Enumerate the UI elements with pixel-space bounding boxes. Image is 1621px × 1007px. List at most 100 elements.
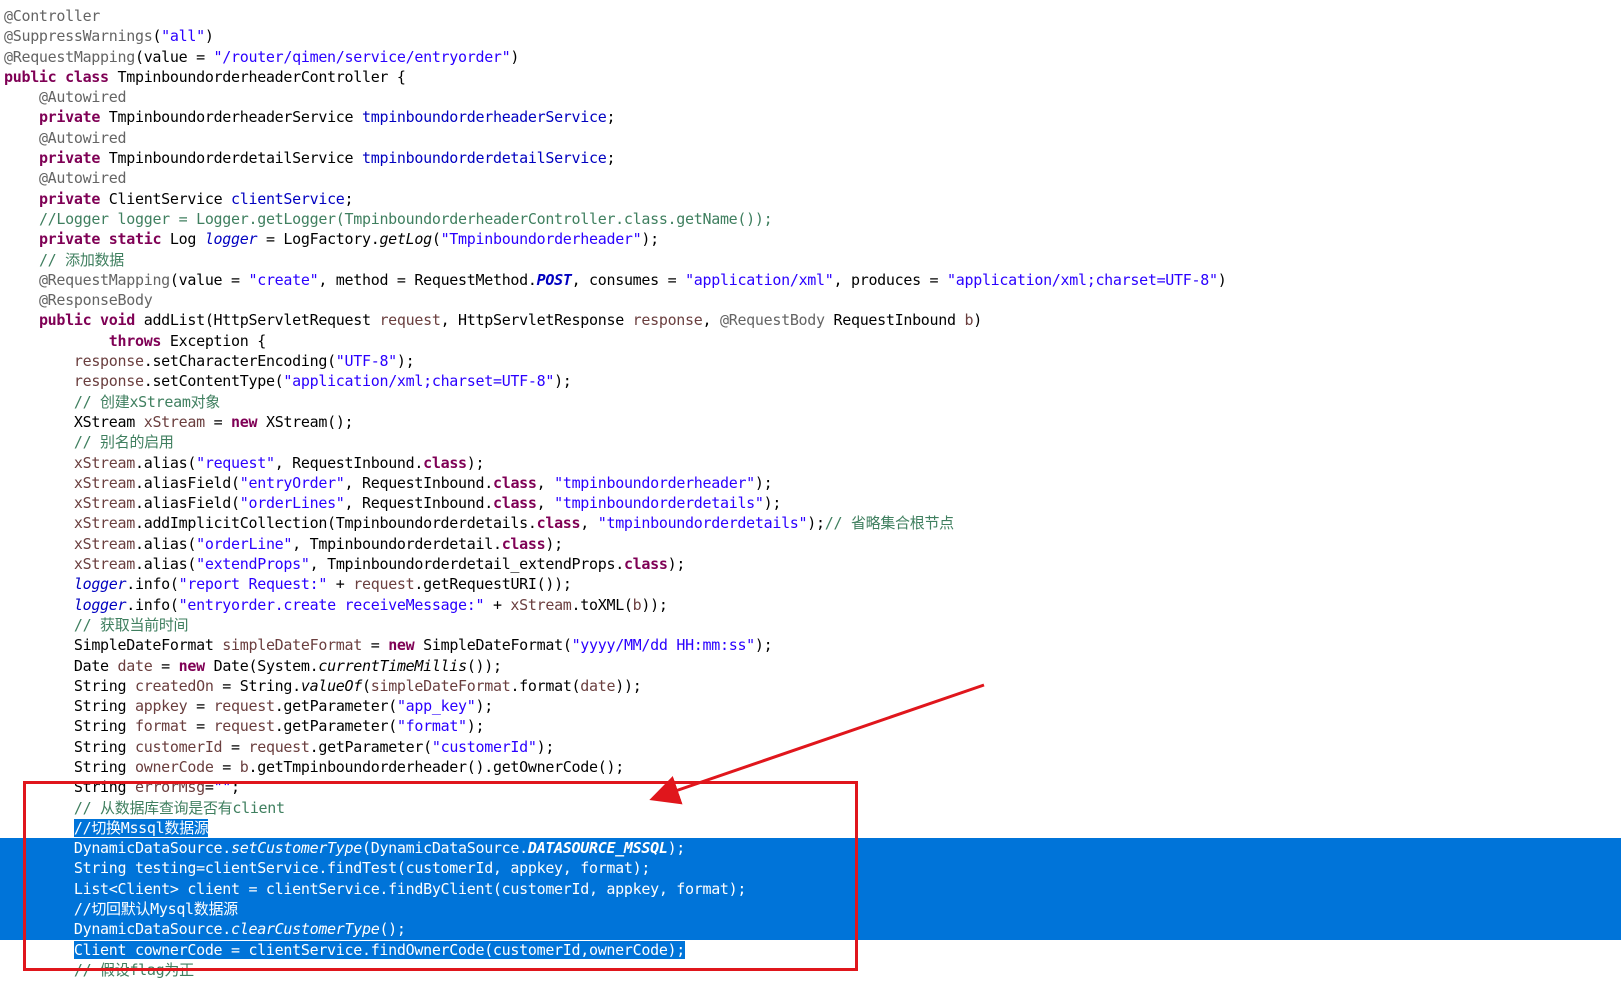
code-token: TmpinboundorderheaderService: [100, 108, 362, 127]
code-line[interactable]: private TmpinboundorderheaderService tmp…: [0, 107, 1621, 127]
code-token: Date: [73, 656, 118, 675]
code-token: SimpleDateFormat(: [414, 636, 572, 655]
code-line[interactable]: private TmpinboundorderdetailService tmp…: [0, 148, 1621, 168]
code-token: =: [222, 737, 249, 756]
code-token: );: [763, 494, 782, 513]
line-code: response.setContentType("application/xml…: [74, 372, 572, 390]
line-code: String customerId = request.getParameter…: [74, 737, 555, 756]
code-token: request: [213, 697, 275, 716]
code-line[interactable]: @Autowired: [0, 168, 1621, 188]
code-line[interactable]: XStream xStream = new XStream();: [0, 412, 1621, 432]
code-token: class: [492, 494, 537, 513]
code-line[interactable]: String ownerCode = b.getTmpinboundorderh…: [0, 757, 1621, 777]
code-line[interactable]: //切回默认Mysql数据源: [0, 899, 1621, 920]
code-line[interactable]: Client cownerCode = clientService.findOw…: [0, 940, 1621, 960]
code-token: "customerId": [431, 737, 537, 756]
code-line[interactable]: //Logger logger = Logger.getLogger(Tmpin…: [0, 209, 1621, 229]
line-code: String createdOn = String.valueOf(simple…: [74, 677, 642, 695]
code-line[interactable]: // 别名的启用: [0, 432, 1621, 452]
line-code: private ClientService clientService;: [39, 189, 354, 208]
code-token: new: [388, 636, 415, 655]
code-line[interactable]: @SuppressWarnings("all"): [0, 26, 1621, 46]
code-token: // 从数据库查询是否有client: [73, 798, 285, 817]
code-line[interactable]: logger.info("report Request:" + request.…: [0, 574, 1621, 594]
code-token: createdOn: [134, 676, 214, 695]
code-line[interactable]: public class TmpinboundorderheaderContro…: [0, 67, 1621, 87]
code-token: Client cownerCode = clientService.findOw…: [73, 940, 686, 959]
code-line[interactable]: xStream.alias("extendProps", Tmpinboundo…: [0, 554, 1621, 574]
code-token: request: [379, 311, 441, 330]
code-line[interactable]: @Autowired: [0, 128, 1621, 148]
code-line[interactable]: Date date = new Date(System.currentTimeM…: [0, 656, 1621, 676]
code-line[interactable]: SimpleDateFormat simpleDateFormat = new …: [0, 635, 1621, 655]
code-line[interactable]: xStream.alias("request", RequestInbound.…: [0, 453, 1621, 473]
code-line[interactable]: // 从数据库查询是否有client: [0, 798, 1621, 818]
code-token: );: [466, 717, 485, 736]
code-line[interactable]: String errorMsg="";: [0, 777, 1621, 797]
code-line[interactable]: DynamicDataSource.clearCustomerType();: [0, 919, 1621, 940]
code-token: ));: [641, 595, 668, 614]
code-line[interactable]: public void addList(HttpServletRequest r…: [0, 310, 1621, 330]
code-token: Log: [161, 230, 205, 249]
code-line[interactable]: response.setContentType("application/xml…: [0, 371, 1621, 391]
line-code: @Autowired: [39, 169, 127, 187]
code-line[interactable]: String customerId = request.getParameter…: [0, 737, 1621, 757]
code-token: );: [754, 636, 773, 655]
code-token: private: [38, 149, 101, 168]
code-line[interactable]: xStream.aliasField("orderLines", Request…: [0, 493, 1621, 513]
code-line[interactable]: // 获取当前时间: [0, 615, 1621, 635]
code-line[interactable]: xStream.addImplicitCollection(Tmpinbound…: [0, 513, 1621, 533]
code-line[interactable]: xStream.alias("orderLine", Tmpinboundord…: [0, 534, 1621, 554]
line-code: // 假设flag为正: [74, 961, 194, 979]
code-token: "tmpinboundorderdetails": [554, 494, 764, 513]
code-token: // 获取当前时间: [73, 615, 189, 634]
code-line[interactable]: @Autowired: [0, 87, 1621, 107]
code-line[interactable]: String format = request.getParameter("fo…: [0, 716, 1621, 736]
code-token: String testing=clientService.findTest(cu…: [73, 859, 651, 878]
code-line[interactable]: DynamicDataSource.setCustomerType(Dynami…: [0, 838, 1621, 859]
code-token: "tmpinboundorderdetails": [597, 514, 808, 533]
code-line[interactable]: private static Log logger = LogFactory.g…: [0, 229, 1621, 249]
code-token: ): [510, 47, 520, 66]
code-line[interactable]: logger.info("entryorder.create receiveMe…: [0, 595, 1621, 615]
code-line[interactable]: String appkey = request.getParameter("ap…: [0, 696, 1621, 716]
code-token: , method = RequestMethod.: [318, 270, 537, 289]
code-token: ClientService: [100, 189, 232, 208]
code-line[interactable]: private ClientService clientService;: [0, 189, 1621, 209]
code-token: class: [423, 453, 467, 472]
code-token: );: [807, 514, 825, 533]
code-line[interactable]: response.setCharacterEncoding("UTF-8");: [0, 351, 1621, 371]
code-token: ownerCode: [134, 757, 214, 776]
code-token: String: [73, 697, 135, 716]
code-line[interactable]: xStream.aliasField("entryOrder", Request…: [0, 473, 1621, 493]
code-token: currentTimeMillis: [318, 656, 467, 675]
code-line[interactable]: @RequestMapping(value = "create", method…: [0, 270, 1621, 290]
code-line[interactable]: @RequestMapping(value = "/router/qimen/s…: [0, 47, 1621, 67]
code-line[interactable]: List<Client> client = clientService.find…: [0, 878, 1621, 900]
code-line[interactable]: // 创建xStream对象: [0, 392, 1621, 412]
code-token: // 别名的启用: [73, 433, 174, 452]
code-line[interactable]: @Controller: [0, 6, 1621, 26]
code-token: .aliasField(: [134, 494, 240, 513]
code-token: "Tmpinboundorderheader": [440, 230, 642, 249]
code-token: throws: [108, 331, 162, 350]
code-token: "application/xml;charset=UTF-8": [283, 372, 555, 391]
code-line[interactable]: // 添加数据: [0, 250, 1621, 270]
code-token: Date(System.: [204, 656, 319, 675]
code-token: "request": [196, 453, 275, 472]
code-line[interactable]: throws Exception {: [0, 331, 1621, 351]
code-line[interactable]: @ResponseBody: [0, 290, 1621, 310]
line-code: String appkey = request.getParameter("ap…: [74, 697, 493, 715]
code-line[interactable]: String createdOn = String.valueOf(simple…: [0, 676, 1621, 696]
code-editor[interactable]: @Controller @SuppressWarnings("all") @Requ…: [0, 0, 1621, 1007]
code-line[interactable]: //切换Mssql数据源: [0, 818, 1621, 838]
code-line[interactable]: // 假设flag为正: [0, 960, 1621, 980]
code-line[interactable]: String testing=clientService.findTest(cu…: [0, 858, 1621, 879]
